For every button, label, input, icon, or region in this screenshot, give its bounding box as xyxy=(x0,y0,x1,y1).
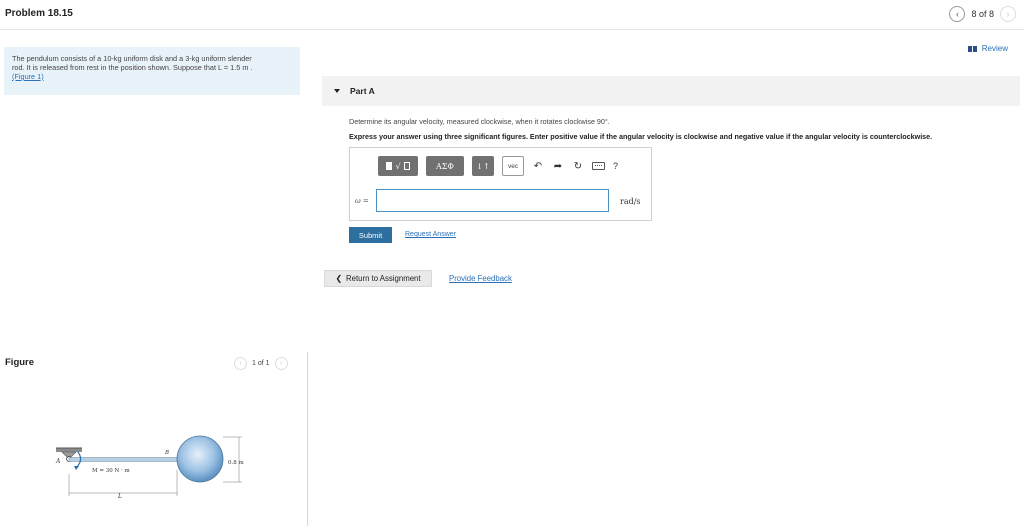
figure-prev-icon[interactable]: ‹ xyxy=(234,357,247,370)
answer-input[interactable] xyxy=(376,189,609,212)
reset-icon[interactable]: ↻ xyxy=(572,161,584,172)
figure-pager: ‹ 1 of 1 › xyxy=(234,357,288,370)
omega-label: ω = xyxy=(355,197,369,205)
return-to-assignment-button[interactable]: ❮ Return to Assignment xyxy=(324,270,432,287)
chevron-left-icon[interactable]: ‹ xyxy=(949,6,966,22)
provide-feedback-link[interactable]: Provide Feedback xyxy=(449,274,512,283)
subscript-superscript-button[interactable]: ↓↑ xyxy=(472,156,494,176)
figure-next-icon[interactable]: › xyxy=(274,357,288,370)
moment-arrowhead xyxy=(74,466,79,470)
vector-button[interactable]: vec xyxy=(502,156,524,176)
figure-pager-text: 1 of 1 xyxy=(252,360,270,367)
math-toolbar: √ ΑΣΦ ↓↑ vec ↶ ➦ ↻ ? xyxy=(378,156,618,176)
review-link[interactable]: Review xyxy=(967,44,1008,53)
request-answer-link[interactable]: Request Answer xyxy=(405,231,456,238)
template-box-icon xyxy=(403,162,410,170)
instruction-text: Express your answer using three signific… xyxy=(349,132,933,141)
chevron-right-icon[interactable]: › xyxy=(1000,6,1016,22)
return-label: Return to Assignment xyxy=(346,274,421,283)
review-label: Review xyxy=(981,44,1008,53)
undo-icon[interactable]: ↶ xyxy=(532,161,544,172)
answer-box: √ ΑΣΦ ↓↑ vec ↶ ➦ ↻ ? ω = rad/s xyxy=(349,147,652,221)
chevron-left-icon: ❮ xyxy=(335,274,342,283)
review-bars-icon xyxy=(967,45,978,52)
support-plate xyxy=(56,448,82,452)
label-B: B xyxy=(164,450,169,456)
panel-divider xyxy=(307,352,308,526)
submit-button[interactable]: Submit xyxy=(349,227,392,243)
part-a-header[interactable]: Part A xyxy=(322,76,1020,106)
greek-symbols-button[interactable]: ΑΣΦ xyxy=(426,156,464,176)
problem-line-1: The pendulum consists of a 10-kg uniform… xyxy=(12,54,252,63)
figure-link[interactable]: (Figure 1) xyxy=(12,72,292,81)
caret-down-icon xyxy=(334,89,340,93)
sqrt-icon: √ xyxy=(395,161,401,171)
top-bar: Problem 18.15 ‹ 8 of 8 › xyxy=(0,0,1024,30)
pager-text: 8 of 8 xyxy=(971,9,994,19)
pendulum-figure: A B 0.8 m M = 30 N · m L xyxy=(55,435,244,500)
redo-icon[interactable]: ➦ xyxy=(552,161,564,172)
problem-title: Problem 18.15 xyxy=(5,8,73,19)
figure-label: Figure xyxy=(5,357,35,368)
problem-pager: ‹ 8 of 8 › xyxy=(949,6,1016,22)
moment-label: M = 30 N · m xyxy=(92,468,131,474)
length-label: L xyxy=(117,493,122,500)
unit-label: rad/s xyxy=(620,197,641,206)
part-title: Part A xyxy=(350,86,375,96)
label-A: A xyxy=(55,458,61,465)
question-text: Determine its angular velocity, measured… xyxy=(349,117,610,126)
problem-statement: The pendulum consists of a 10-kg uniform… xyxy=(4,47,300,95)
problem-line-2: rod. It is released from rest in the pos… xyxy=(12,63,253,72)
template-square-icon xyxy=(386,162,393,170)
keyboard-icon[interactable] xyxy=(592,162,605,170)
diameter-label: 0.8 m xyxy=(228,460,244,466)
templates-button[interactable]: √ xyxy=(378,156,418,176)
slender-rod xyxy=(68,457,182,462)
uniform-disk xyxy=(176,435,224,483)
help-icon[interactable]: ? xyxy=(613,161,618,171)
